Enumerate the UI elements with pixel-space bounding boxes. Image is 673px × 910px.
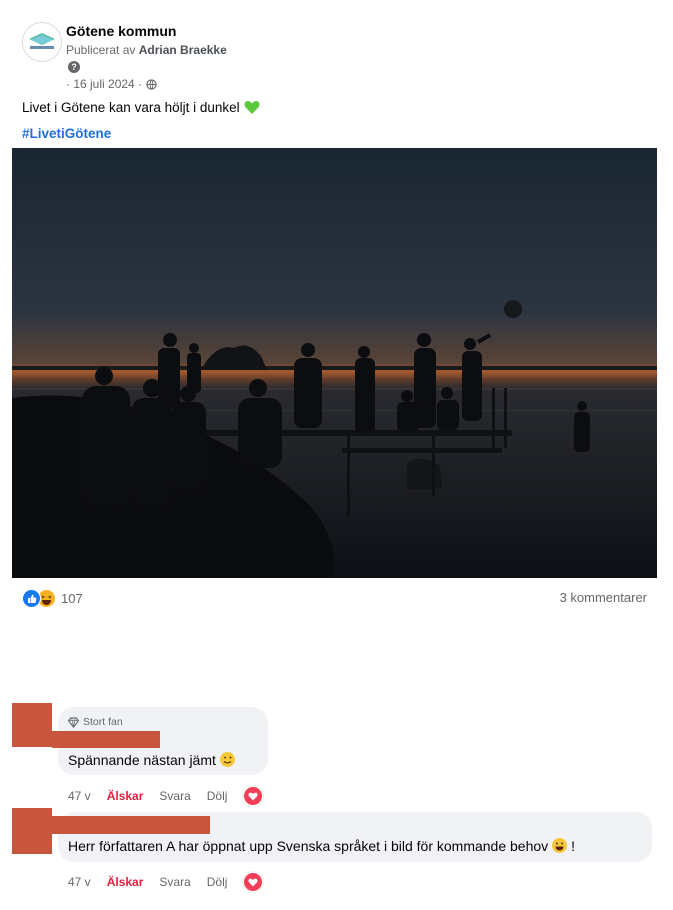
comment-actions: 47 v Älskar Svara Dölj [68, 872, 264, 892]
hashtag-link[interactable]: #LivetiGötene [22, 126, 111, 141]
post-date-row: · 16 juli 2024 · [66, 77, 157, 91]
wink-emoji-icon [219, 752, 235, 767]
sunset-lake-photo [12, 148, 657, 578]
post-photo[interactable] [12, 148, 657, 578]
reply-action[interactable]: Svara [159, 789, 190, 803]
heart-reaction-icon[interactable] [243, 786, 264, 806]
hide-action[interactable]: Dölj [207, 875, 228, 889]
comment-text: Herr författaren A har öppnat upp Svensk… [68, 837, 575, 854]
comment-time[interactable]: 47 v [68, 789, 91, 803]
redacted-avatar [12, 808, 52, 854]
comment-text-trailing: ! [571, 837, 576, 854]
grin-emoji-icon [552, 838, 568, 853]
comment-text-body: Herr författaren A har öppnat upp Svensk… [68, 837, 549, 854]
reply-action[interactable]: Svara [159, 875, 190, 889]
post-date[interactable]: · 16 juli 2024 · [66, 77, 142, 91]
comments-count-link[interactable]: 3 kommentarer [560, 590, 647, 605]
green-heart-icon [244, 101, 260, 114]
globe-icon [146, 78, 157, 90]
heart-reaction-icon[interactable] [243, 872, 264, 892]
love-action[interactable]: Älskar [107, 875, 144, 889]
post-text: Livet i Götene kan vara höljt i dunkel [22, 100, 260, 115]
top-fan-label: Stort fan [83, 716, 123, 728]
page-avatar[interactable] [22, 22, 62, 62]
gotene-logo-icon [29, 33, 55, 49]
top-fan-badge: Stort fan [68, 716, 123, 728]
diamond-icon [68, 716, 79, 728]
love-action[interactable]: Älskar [107, 789, 144, 803]
like-reaction-icon [22, 589, 41, 608]
published-author[interactable]: Adrian Braekke [139, 43, 227, 57]
redacted-avatar [12, 703, 52, 747]
reaction-count: 107 [61, 591, 83, 606]
published-prefix: Publicerat av [66, 43, 136, 57]
page-name[interactable]: Götene kommun [66, 23, 176, 39]
comment-text: Spännande nästan jämt [68, 751, 236, 768]
redacted-name [52, 816, 210, 834]
hide-action[interactable]: Dölj [207, 789, 228, 803]
published-by: Publicerat av Adrian Braekke [66, 43, 227, 57]
redacted-name [52, 731, 160, 748]
reaction-summary[interactable]: 107 [22, 589, 83, 608]
post-text-body: Livet i Götene kan vara höljt i dunkel [22, 100, 240, 115]
comment-actions: 47 v Älskar Svara Dölj [68, 786, 264, 806]
comment-text-body: Spännande nästan jämt [68, 751, 216, 768]
info-icon[interactable]: ? [68, 61, 80, 73]
comment-time[interactable]: 47 v [68, 875, 91, 889]
